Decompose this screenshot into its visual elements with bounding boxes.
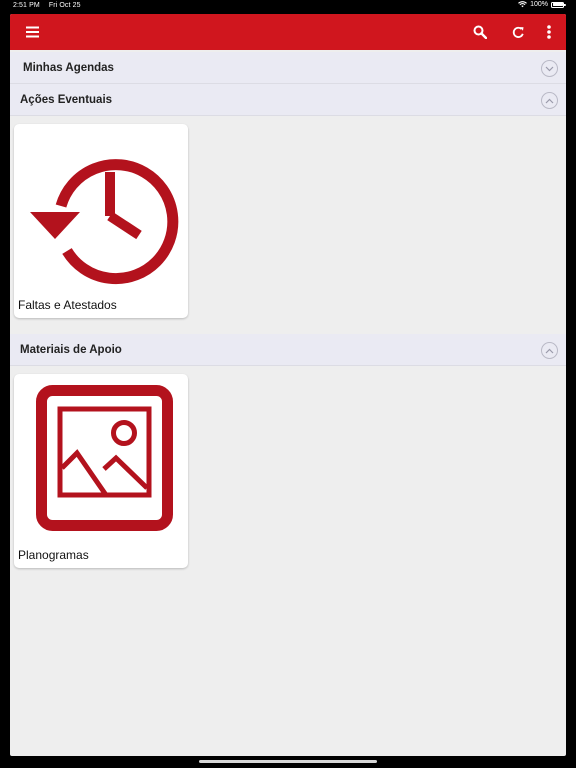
app-window: Minhas Agendas Ações Eventuais Faltas e … <box>10 14 566 756</box>
status-indicators: 100% <box>518 1 566 8</box>
status-time: 2:51 PM <box>13 2 40 9</box>
battery-icon <box>551 1 566 8</box>
menu-button[interactable] <box>14 14 50 50</box>
refresh-icon <box>512 26 524 38</box>
card-planogramas[interactable]: Planogramas <box>14 374 188 568</box>
section-header-materiais-de-apoio[interactable]: Materiais de Apoio <box>10 334 566 366</box>
wifi-icon <box>518 1 527 8</box>
image-icon <box>36 385 173 531</box>
chevron-up-icon <box>545 98 554 103</box>
history-icon <box>30 159 179 285</box>
chevron-up-icon <box>545 348 554 353</box>
card-faltas-e-atestados[interactable]: Faltas e Atestados <box>14 124 188 318</box>
collapse-toggle[interactable] <box>541 92 558 109</box>
section-content-acoes-eventuais: Faltas e Atestados <box>10 116 566 334</box>
card-label: Faltas e Atestados <box>18 298 117 312</box>
card-label: Planogramas <box>18 548 89 562</box>
chevron-down-icon <box>545 66 554 71</box>
collapse-toggle[interactable] <box>541 342 558 359</box>
more-vertical-icon <box>547 25 551 39</box>
status-time-date: 2:51 PM Fri Oct 25 <box>13 2 81 9</box>
section-content-materiais-de-apoio: Planogramas <box>10 366 566 584</box>
status-date: Fri Oct 25 <box>48 2 81 9</box>
section-header-acoes-eventuais[interactable]: Ações Eventuais <box>10 84 566 116</box>
section-header-minhas-agendas[interactable]: Minhas Agendas <box>10 52 566 84</box>
section-title: Ações Eventuais <box>20 93 113 106</box>
battery-percent: 100% <box>530 1 548 8</box>
search-icon <box>473 25 487 39</box>
more-options-button[interactable] <box>531 14 566 50</box>
status-bar: 2:51 PM Fri Oct 25 100% <box>0 0 576 12</box>
section-title: Materiais de Apoio <box>20 343 122 356</box>
hamburger-menu-icon <box>25 26 39 38</box>
section-title: Minhas Agendas <box>23 61 114 74</box>
home-indicator[interactable] <box>199 760 377 763</box>
search-button[interactable] <box>462 14 498 50</box>
expand-toggle[interactable] <box>541 60 558 77</box>
toolbar <box>10 14 566 50</box>
